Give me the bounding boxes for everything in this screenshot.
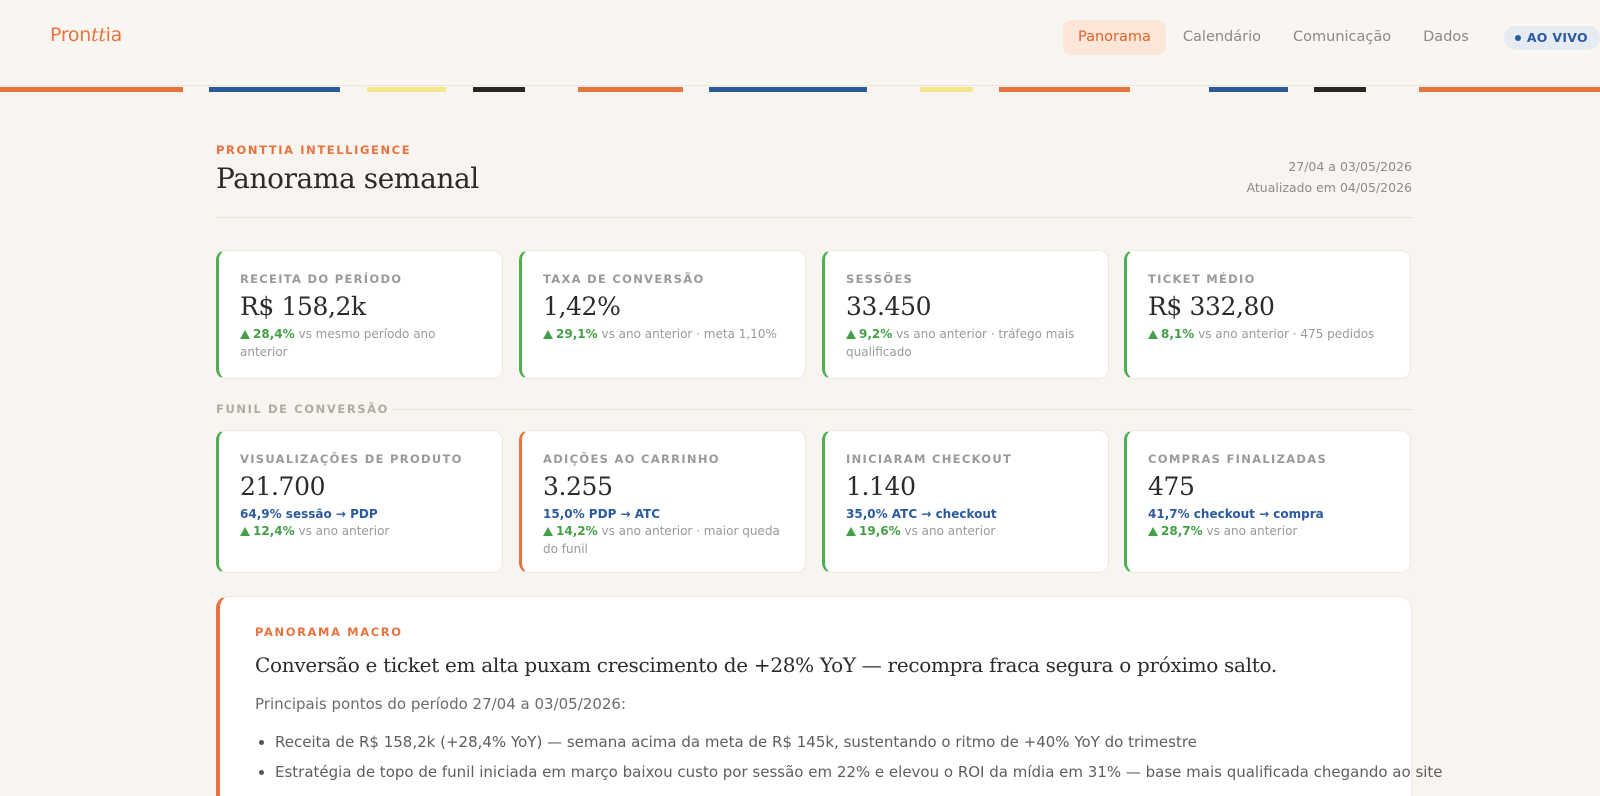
stripe-segment [709,87,867,92]
stripe-segment [367,87,446,92]
kpi-card-ticket: TICKET MÉDIO R$ 332,80 8,1% vs ano anter… [1124,250,1411,379]
trend-up-icon [1148,527,1158,536]
funnel-label: VISUALIZAÇÕES DE PRODUTO [240,452,463,466]
stripe-segment [1209,87,1288,92]
header-divider [216,217,1412,218]
stripe-segment [1419,87,1600,92]
kpi-delta: 29,1% vs ano anterior · meta 1,10% [543,325,805,343]
kpi-delta: 9,2% vs ano anterior · tráfego mais qual… [846,327,1075,359]
kpi-label: SESSÕES [846,272,914,286]
trend-up-icon [240,330,250,339]
stripe-segment [473,87,525,92]
funnel-delta: 19,6% vs ano anterior [846,522,1108,540]
main-nav: Panorama Calendário Comunicação Dados AO… [1061,20,1600,55]
funnel-value: 3.255 [543,472,613,501]
kpi-card-conversao: TAXA DE CONVERSÃO 1,42% 29,1% vs ano ant… [519,250,806,379]
nav-item-dados[interactable]: Dados [1408,20,1484,55]
stripe-segment [920,87,973,92]
kpi-label: TICKET MÉDIO [1148,272,1256,286]
funnel-label: ADIÇÕES AO CARRINHO [543,452,720,466]
macro-kicker: PANORAMA MACRO [255,625,403,639]
funnel-delta: 12,4% vs ano anterior [240,522,502,540]
page-title: Panorama semanal [216,162,479,195]
kpi-delta: 8,1% vs ano anterior · 475 pedidos [1148,325,1410,343]
funnel-rate: 15,0% PDP → ATC [543,507,661,521]
stripe-segment [209,87,340,92]
stripe-segment [578,87,683,92]
kpi-label: RECEITA DO PERÍODO [240,272,403,286]
page-kicker: PRONTTIA INTELLIGENCE [216,143,412,157]
nav-item-comunicacao[interactable]: Comunicação [1278,20,1406,55]
funnel-rate: 35,0% ATC → checkout [846,507,997,521]
live-label: AO VIVO [1526,29,1588,45]
stripe-segment [999,87,1130,92]
macro-headline: Conversão e ticket em alta puxam crescim… [255,653,1277,677]
kpi-value: 1,42% [543,292,621,321]
funnel-value: 21.700 [240,472,326,501]
funnel-section-divider [392,409,1412,410]
updated-date: Atualizado em 04/05/2026 [1246,180,1412,195]
macro-panel: PANORAMA MACRO Conversão e ticket em alt… [216,596,1443,796]
live-dot-icon [1514,34,1521,41]
period-range: 27/04 a 03/05/2026 [1288,159,1412,174]
stripe-segment [0,87,183,92]
funnel-delta: 14,2% vs ano anterior · maior queda do f… [543,524,780,556]
kpi-value: R$ 332,80 [1148,292,1275,321]
trend-up-icon [846,527,856,536]
trend-up-icon [1148,330,1158,339]
live-badge: AO VIVO [1503,25,1600,50]
trend-up-icon [543,527,553,536]
funnel-rate: 41,7% checkout → compra [1148,507,1324,521]
stripe-segment [1314,87,1366,92]
app-logo[interactable]: Pronttia [50,24,122,46]
nav-item-panorama[interactable]: Panorama [1063,20,1166,55]
trend-up-icon [846,330,856,339]
kpi-card-receita: RECEITA DO PERÍODO R$ 158,2k 28,4% vs me… [216,250,503,379]
kpi-card-sessoes: SESSÕES 33.450 9,2% vs ano anterior · tr… [822,250,1109,379]
macro-bullet: Receita de R$ 158,2k (+28,4% YoY) — sema… [259,727,1411,757]
funnel-card-compras: COMPRAS FINALIZADAS 475 41,7% checkout →… [1124,430,1411,573]
funnel-card-carrinho: ADIÇÕES AO CARRINHO 3.255 15,0% PDP → AT… [519,430,806,573]
trend-up-icon [543,330,553,339]
funnel-card-visualizacoes: VISUALIZAÇÕES DE PRODUTO 21.700 64,9% se… [216,430,503,573]
macro-bullet: Estratégia de topo de funil iniciada em … [259,757,1443,787]
kpi-value: R$ 158,2k [240,292,366,321]
trend-up-icon [240,527,250,536]
funnel-delta: 28,7% vs ano anterior [1148,522,1410,540]
macro-intro: Principais pontos do período 27/04 a 03/… [255,695,627,713]
kpi-delta: 28,4% vs mesmo período ano anterior [240,327,436,359]
funnel-label: COMPRAS FINALIZADAS [1148,452,1328,466]
funnel-rate: 64,9% sessão → PDP [240,507,378,521]
funnel-value: 475 [1148,472,1195,501]
kpi-label: TAXA DE CONVERSÃO [543,272,705,286]
funnel-label: INICIARAM CHECKOUT [846,452,1013,466]
funnel-value: 1.140 [846,472,916,501]
macro-bullet-list: Receita de R$ 158,2k (+28,4% YoY) — sema… [255,727,1443,787]
funnel-section-label: FUNIL DE CONVERSÃO [216,402,390,416]
funnel-card-checkout: INICIARAM CHECKOUT 1.140 35,0% ATC → che… [822,430,1109,573]
top-bar: Pronttia Panorama Calendário Comunicação… [0,0,1600,86]
kpi-value: 33.450 [846,292,932,321]
nav-item-calendario[interactable]: Calendário [1168,20,1276,55]
